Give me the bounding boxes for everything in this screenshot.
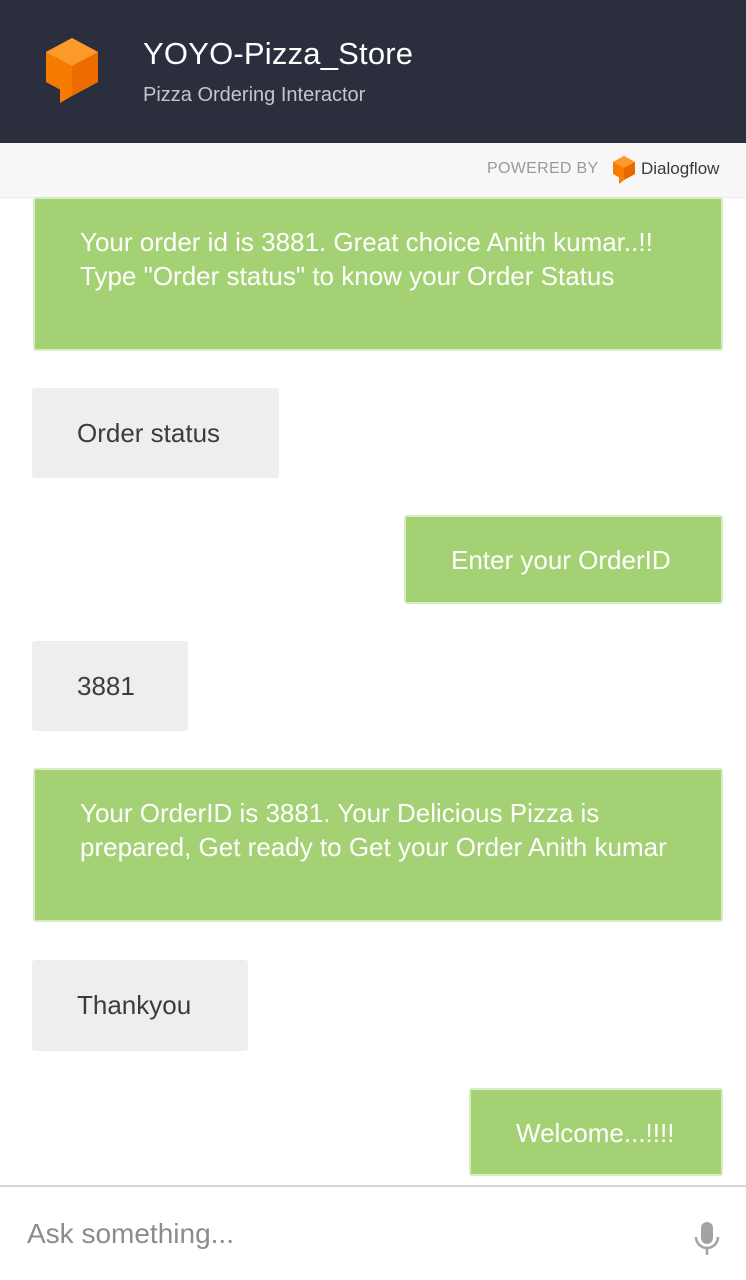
bot-message: Enter your OrderID xyxy=(404,515,723,604)
dialogflow-brand[interactable]: Dialogflow xyxy=(641,159,719,179)
powered-by-label: POWERED BY xyxy=(487,160,599,177)
app-header: YOYO-Pizza_Store Pizza Ordering Interact… xyxy=(0,0,746,143)
bot-message: Welcome...!!!! xyxy=(469,1088,723,1176)
microphone-icon[interactable] xyxy=(693,1221,721,1257)
message-input-bar xyxy=(0,1185,746,1280)
user-message: Order status xyxy=(32,388,279,478)
powered-by-bar: POWERED BY Dialogflow xyxy=(0,143,746,198)
chat-history[interactable]: Your order id is 3881. Great choice Anit… xyxy=(0,197,746,1185)
bot-message: Your order id is 3881. Great choice Anit… xyxy=(33,197,723,351)
page-subtitle: Pizza Ordering Interactor xyxy=(143,84,366,106)
user-message: 3881 xyxy=(32,641,188,731)
bot-message: Your OrderID is 3881. Your Delicious Piz… xyxy=(33,768,723,922)
dialogflow-logo-icon xyxy=(613,156,635,184)
orange-cube-logo-icon xyxy=(46,38,98,103)
user-message: Thankyou xyxy=(32,960,248,1051)
page-title: YOYO-Pizza_Store xyxy=(143,36,414,71)
message-input[interactable] xyxy=(0,1187,680,1280)
